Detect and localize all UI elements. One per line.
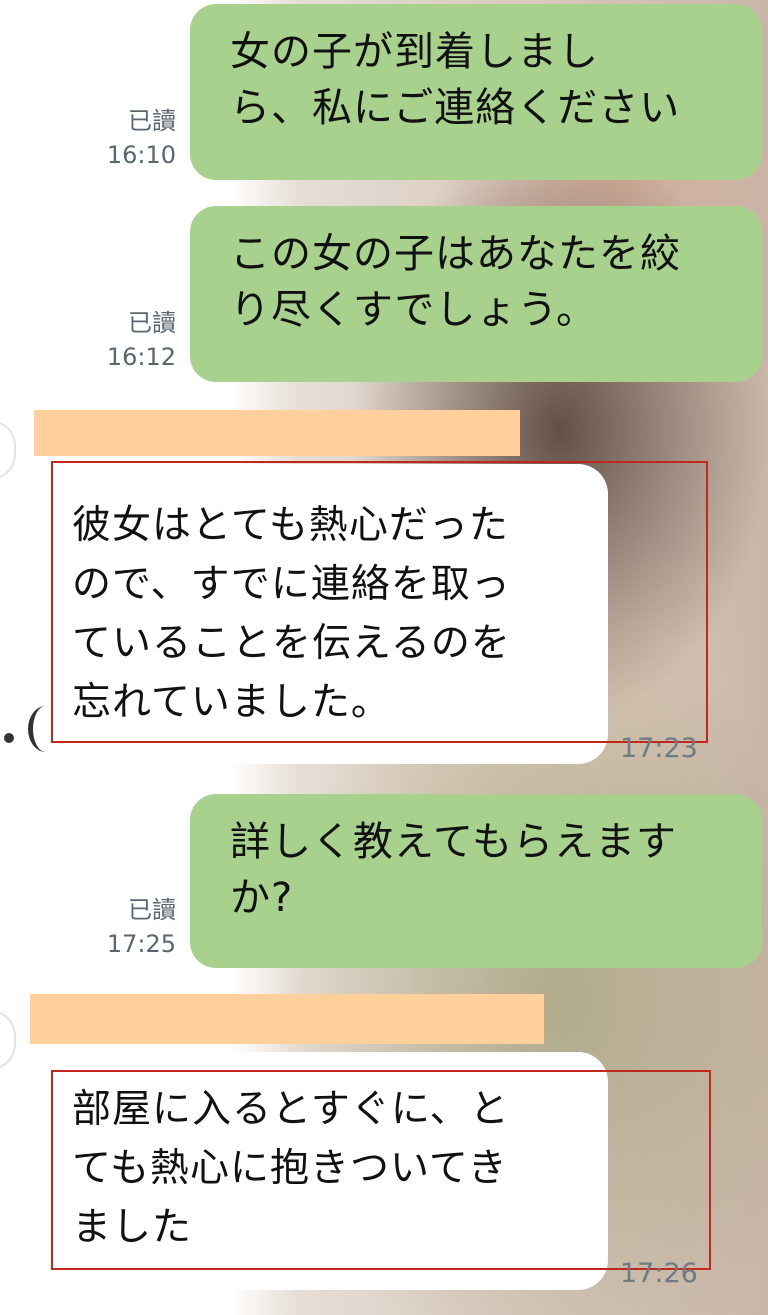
message-text-line: ら、私にご連絡ください: [230, 85, 681, 131]
sender-name-redaction: [34, 410, 520, 456]
message-text-line: この女の子はあなたを絞: [230, 231, 681, 277]
read-receipt-1: 已讀 16:10: [80, 104, 176, 172]
read-label: 已讀: [128, 309, 176, 337]
message-time: 17:25: [106, 930, 176, 958]
outgoing-message-bubble[interactable]: 女の子が到着しまし ら、私にご連絡ください: [190, 4, 762, 180]
message-time: 16:12: [106, 343, 176, 371]
sender-name-redaction: [30, 994, 544, 1044]
highlight-box: [51, 461, 708, 743]
outgoing-message-bubble[interactable]: 詳しく教えてもらえます か?: [190, 794, 762, 968]
avatar-fragment: [4, 733, 14, 743]
read-label: 已讀: [128, 896, 176, 924]
message-text-line: 詳しく教えてもらえます: [230, 819, 677, 865]
message-time: 17:26: [620, 1258, 698, 1289]
outgoing-message-bubble[interactable]: この女の子はあなたを絞 り尽くすでしょう。: [190, 206, 762, 382]
read-receipt-2: 已讀 16:12: [80, 306, 176, 374]
read-receipt-3: 已讀 17:25: [80, 893, 176, 961]
message-text-line: り尽くすでしょう。: [230, 287, 597, 333]
message-text-line: か?: [230, 875, 294, 921]
highlight-box: [51, 1070, 711, 1270]
message-text-line: 女の子が到着しまし: [230, 29, 599, 75]
message-time: 17:23: [620, 733, 698, 764]
read-label: 已讀: [128, 107, 176, 135]
message-time: 16:10: [106, 141, 176, 169]
